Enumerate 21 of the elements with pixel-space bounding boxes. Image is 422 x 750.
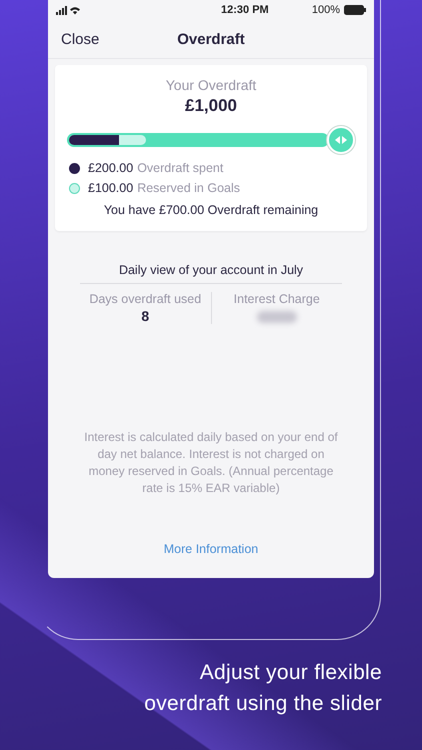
interest-note: Interest is calculated daily based on your end of day net balance. Interest is not charged on money reserved in Goals. (Annual percentage rate is 15% EAR variable) — [83, 429, 339, 497]
legend-amount: £100.00 — [88, 181, 134, 195]
battery-level: 100% — [312, 4, 340, 16]
stat-value: 8 — [141, 308, 150, 324]
signal-icon — [56, 6, 80, 14]
legend-label: Overdraft spent — [137, 161, 224, 175]
status-time: 12:30 PM — [221, 4, 269, 16]
section-heading: Daily view of your account in July — [80, 263, 342, 284]
slider-handle[interactable] — [327, 126, 355, 154]
battery-icon — [344, 5, 366, 15]
stat-label: Interest Charge — [234, 292, 320, 306]
legend-amount: £200.00 — [88, 161, 134, 175]
stat-label: Days overdraft used — [89, 292, 202, 306]
screen-title: Overdraft — [177, 30, 245, 48]
remaining-text: You have £700.00 Overdraft remaining — [104, 203, 318, 217]
legend-label: Reserved in Goals — [137, 181, 240, 195]
slider-track[interactable] — [67, 133, 329, 147]
overdraft-amount: £1,000 — [185, 96, 237, 116]
close-button[interactable]: Close — [61, 30, 100, 48]
caption-text: Adjust your flexible overdraft using the slider — [143, 660, 382, 717]
overdraft-label: Your Overdraft — [166, 77, 256, 93]
